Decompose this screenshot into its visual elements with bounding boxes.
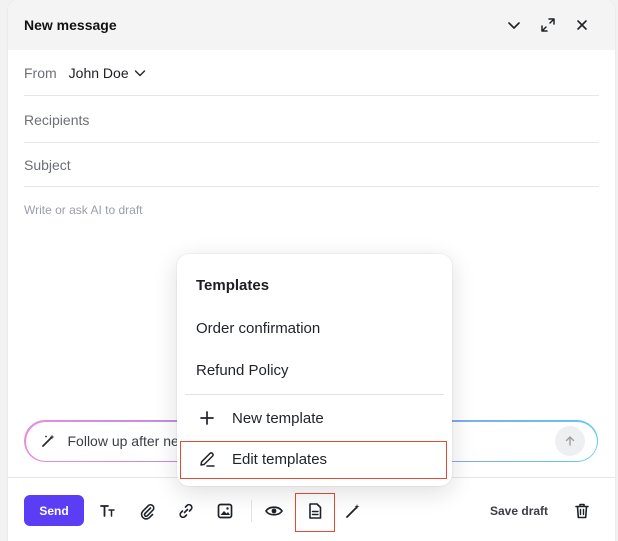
ai-wand-icon[interactable] <box>341 499 365 523</box>
preview-eye-icon[interactable] <box>262 499 286 523</box>
text-format-icon[interactable] <box>96 499 120 523</box>
compose-header: New message <box>8 0 615 50</box>
from-name: John Doe <box>68 64 129 81</box>
template-item-refund-policy[interactable]: Refund Policy <box>196 362 289 379</box>
new-template-button[interactable]: New template <box>196 407 324 429</box>
templates-menu-divider <box>185 394 444 395</box>
subject-field[interactable]: Subject <box>24 143 599 187</box>
from-row: From John Doe <box>24 50 599 96</box>
message-body-placeholder[interactable]: Write or ask AI to draft <box>24 203 143 217</box>
toolbar-divider <box>251 500 252 522</box>
link-icon[interactable] <box>174 499 198 523</box>
templates-button-highlight <box>295 493 335 532</box>
recipients-placeholder: Recipients <box>24 111 90 128</box>
trash-icon[interactable] <box>570 499 594 523</box>
edit-templates-highlight <box>180 441 447 479</box>
magic-wand-icon <box>41 434 54 447</box>
templates-menu-title: Templates <box>196 277 270 294</box>
templates-menu: Templates Order confirmation Refund Poli… <box>177 254 452 486</box>
ai-submit-button[interactable] <box>554 426 585 456</box>
expand-icon[interactable] <box>531 8 565 42</box>
send-button[interactable]: Send <box>24 495 84 526</box>
attachment-icon[interactable] <box>135 499 159 523</box>
compose-toolbar: Send Save draft <box>8 477 615 541</box>
from-label: From <box>24 64 57 81</box>
image-icon[interactable] <box>213 499 237 523</box>
close-icon[interactable] <box>565 8 599 42</box>
save-draft-button[interactable]: Save draft <box>490 504 548 518</box>
arrow-up-icon <box>565 436 574 446</box>
template-item-order-confirmation[interactable]: Order confirmation <box>196 320 320 337</box>
subject-placeholder: Subject <box>24 156 71 173</box>
compose-title: New message <box>24 17 117 33</box>
plus-icon <box>196 407 218 429</box>
chevron-down-icon <box>134 69 145 76</box>
from-selector[interactable]: John Doe <box>69 65 147 81</box>
minimize-chevron-icon[interactable] <box>497 8 531 42</box>
recipients-field[interactable]: Recipients <box>24 97 599 143</box>
new-template-label: New template <box>232 409 324 427</box>
